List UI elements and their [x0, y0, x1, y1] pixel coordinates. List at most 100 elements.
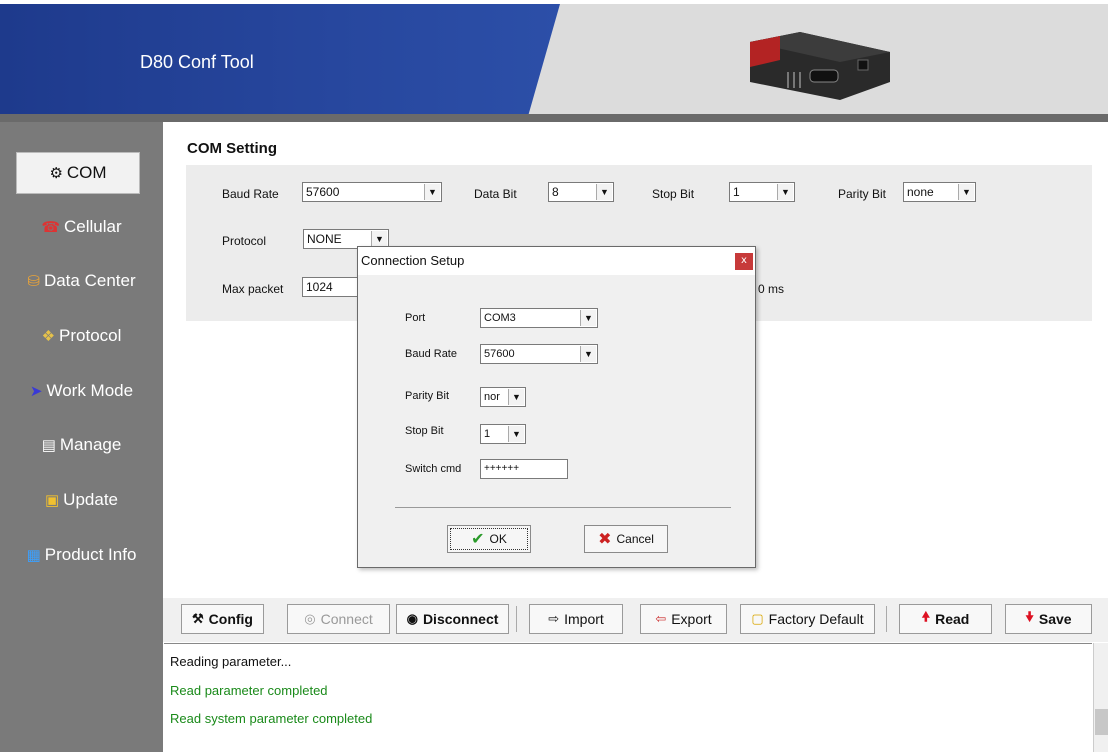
sidebar-item-label: Protocol — [59, 326, 122, 345]
max-packet-input[interactable]: 1024 — [302, 277, 362, 297]
baud-rate-label: Baud Rate — [222, 187, 279, 201]
close-icon[interactable]: x — [735, 253, 753, 270]
data-bit-select[interactable]: 8 ▼ — [548, 182, 614, 202]
dialog-title: Connection Setup — [361, 253, 465, 268]
dialog-baud-rate-value: 57600 — [484, 348, 515, 360]
dialog-stop-bit-select[interactable]: 1 ▼ — [480, 424, 526, 444]
timeout-unit-label: 0 ms — [758, 282, 785, 296]
com-port-icon: ⚙ — [49, 165, 63, 182]
port-label: Port — [405, 312, 426, 324]
config-label: Config — [208, 611, 253, 627]
sidebar-item-manage[interactable]: ▤ Manage — [0, 428, 163, 462]
chevron-down-icon: ▼ — [958, 184, 974, 200]
factory-default-label: Factory Default — [768, 611, 864, 627]
log-panel — [164, 643, 1092, 753]
data-bit-label: Data Bit — [474, 187, 517, 201]
cancel-button[interactable]: ✖ Cancel — [584, 525, 668, 553]
dialog-baud-rate-label: Baud Rate — [405, 348, 457, 360]
chevron-down-icon: ▼ — [508, 426, 524, 442]
config-icon: ⚒ — [192, 611, 204, 626]
sidebar-item-com[interactable]: ⚙ COM — [16, 152, 140, 194]
chevron-down-icon: ▼ — [580, 346, 596, 362]
connection-setup-dialog — [357, 246, 756, 568]
dialog-divider — [395, 507, 731, 508]
switch-cmd-input[interactable]: ++++++ — [480, 459, 568, 479]
chevron-down-icon: ▼ — [371, 231, 387, 247]
dialog-stop-bit-value: 1 — [484, 428, 491, 440]
connect-icon: ◎ — [304, 611, 316, 626]
sidebar-item-label: Update — [63, 490, 118, 509]
sidebar-item-label: Cellular — [64, 217, 122, 236]
product-info-icon: ▦ — [26, 547, 41, 564]
config-button[interactable]: ⚒ Config — [181, 604, 264, 634]
cellular-icon: ☎ — [41, 219, 61, 236]
stop-bit-label: Stop Bit — [652, 187, 695, 201]
export-label: Export — [671, 611, 712, 627]
scrollbar-thumb[interactable] — [1095, 709, 1108, 735]
chevron-down-icon: ▼ — [424, 184, 440, 200]
import-label: Import — [564, 611, 604, 627]
device-image — [750, 32, 890, 100]
baud-rate-select[interactable]: 57600 ▼ — [302, 182, 442, 202]
switch-cmd-label: Switch cmd — [405, 463, 462, 475]
parity-bit-value: none — [907, 185, 934, 199]
sidebar-item-label: Product Info — [44, 545, 137, 564]
update-icon: ▣ — [44, 492, 60, 509]
data-bit-value: 8 — [552, 185, 559, 199]
log-line: Reading parameter... — [170, 654, 292, 669]
sidebar-item-cellular[interactable]: ☎ Cellular — [0, 210, 163, 244]
arrow-down-icon: 🠟 — [1025, 609, 1034, 624]
cancel-label: Cancel — [616, 532, 654, 546]
read-button[interactable]: 🠝 Read — [899, 604, 992, 634]
protocol-icon: ❖ — [41, 328, 56, 345]
manage-icon: ▤ — [41, 437, 56, 454]
chevron-down-icon: ▼ — [508, 389, 524, 405]
data-center-icon: ⛁ — [27, 273, 40, 290]
parity-bit-select[interactable]: none ▼ — [903, 182, 976, 202]
baud-rate-value: 57600 — [306, 185, 340, 199]
connect-label: Connect — [320, 611, 373, 627]
connect-button[interactable]: ◎ Connect — [287, 604, 390, 634]
section-title: COM Setting — [187, 140, 277, 157]
ok-button[interactable]: ✔ OK — [447, 525, 531, 553]
sidebar-item-label: Data Center — [43, 271, 136, 290]
cancel-x-icon: ✖ — [598, 531, 612, 548]
stop-bit-select[interactable]: 1 ▼ — [729, 182, 795, 202]
port-select[interactable]: COM3 ▼ — [480, 308, 598, 328]
port-value: COM3 — [484, 312, 516, 324]
sidebar-item-work-mode[interactable]: ➤ Work Mode — [0, 374, 163, 408]
dialog-parity-bit-value: nor — [484, 391, 500, 403]
arrow-up-icon: 🠝 — [921, 609, 931, 624]
stop-bit-value: 1 — [733, 185, 740, 199]
chevron-down-icon: ▼ — [580, 310, 596, 326]
max-packet-label: Max packet — [222, 282, 284, 296]
sidebar-item-product-info[interactable]: ▦ Product Info — [0, 538, 163, 572]
import-button[interactable]: ⇨ Import — [529, 604, 623, 634]
import-icon: ⇨ — [548, 611, 560, 626]
factory-default-icon: ▢ — [751, 611, 764, 626]
disconnect-button[interactable]: ◉ Disconnect — [396, 604, 509, 634]
dialog-parity-bit-label: Parity Bit — [405, 390, 450, 402]
dialog-parity-bit-select[interactable]: nor ▼ — [480, 387, 526, 407]
factory-default-button[interactable]: ▢ Factory Default — [740, 604, 875, 634]
arrow-right-icon: ➤ — [29, 383, 43, 400]
disconnect-label: Disconnect — [422, 611, 499, 627]
log-scrollbar[interactable] — [1093, 643, 1108, 752]
parity-bit-label: Parity Bit — [838, 187, 887, 201]
chevron-down-icon: ▼ — [596, 184, 612, 200]
protocol-value: NONE — [307, 232, 342, 246]
save-button[interactable]: 🠟 Save — [1005, 604, 1092, 634]
sidebar-item-label: COM — [66, 163, 107, 182]
log-line: Read parameter completed — [170, 683, 328, 698]
sidebar-item-label: Manage — [59, 435, 122, 454]
check-icon: ✔ — [471, 531, 485, 548]
dialog-stop-bit-label: Stop Bit — [405, 425, 444, 437]
chevron-down-icon: ▼ — [777, 184, 793, 200]
disconnect-icon: ◉ — [406, 611, 418, 626]
sidebar-item-update[interactable]: ▣ Update — [0, 483, 163, 517]
app-title: D80 Conf Tool — [140, 52, 254, 72]
export-button[interactable]: ⇦ Export — [640, 604, 727, 634]
sidebar-item-data-center[interactable]: ⛁ Data Center — [0, 264, 163, 298]
dialog-baud-rate-select[interactable]: 57600 ▼ — [480, 344, 598, 364]
sidebar-item-protocol[interactable]: ❖ Protocol — [0, 319, 163, 353]
